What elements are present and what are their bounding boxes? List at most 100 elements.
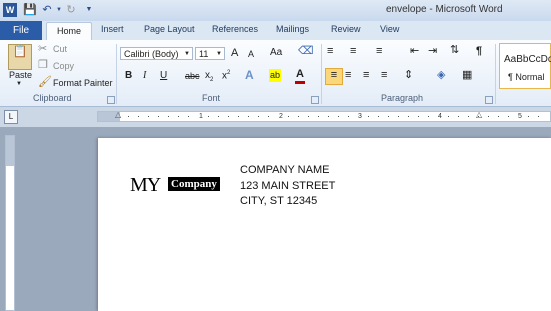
ruler-tick [318, 116, 319, 117]
ruler-tick [408, 116, 409, 117]
font-color-icon[interactable]: A [295, 68, 305, 84]
ruler-tick [498, 116, 499, 117]
tab-view[interactable]: View [380, 24, 399, 34]
style-preview-text: AaBbCcDc [504, 54, 551, 65]
increase-indent-icon[interactable]: ⇥ [428, 45, 437, 58]
cut-icon[interactable]: ✂ [38, 43, 47, 56]
ruler-tick [188, 116, 189, 117]
strikethrough-button[interactable]: abc [185, 71, 200, 81]
ruler-tick [378, 116, 379, 117]
grow-font-button[interactable]: A [231, 47, 238, 59]
text-effects-icon[interactable]: A [245, 69, 254, 82]
tab-selector-button[interactable]: L [4, 110, 18, 124]
cut-button[interactable]: Cut [53, 44, 67, 54]
justify-icon[interactable]: ≡ [381, 69, 387, 82]
italic-button[interactable]: I [143, 70, 146, 81]
vertical-ruler[interactable] [5, 135, 15, 311]
superscript-button[interactable]: x2 [222, 70, 230, 81]
font-launcher-icon[interactable] [311, 96, 319, 104]
chevron-down-icon: ▼ [216, 51, 222, 57]
ruler-tick [338, 116, 339, 117]
ruler-number: 1 [199, 113, 203, 120]
address-line-company[interactable]: COMPANY NAME [240, 164, 329, 176]
paragraph-group-label: Paragraph [381, 93, 424, 103]
font-size-select[interactable]: 11 ▼ [195, 47, 225, 60]
align-center-icon[interactable]: ≡ [345, 69, 351, 82]
customize-icon[interactable]: ▼ [82, 3, 96, 17]
tab-references[interactable]: References [212, 24, 258, 34]
word-app-icon[interactable]: W [3, 3, 17, 17]
shading-icon[interactable]: ◈ [437, 69, 445, 82]
ruler-tick [528, 116, 529, 117]
change-case-button[interactable]: Aa [270, 47, 282, 58]
ruler-tick [388, 116, 389, 117]
horizontal-ruler[interactable]: △ 1 2 3 4 5 △ [97, 110, 551, 122]
format-painter-button[interactable]: Format Painter [53, 78, 113, 88]
ruler-tick [428, 116, 429, 117]
group-divider [495, 44, 496, 104]
document-page[interactable]: MY Company COMPANY NAME 123 MAIN STREET … [98, 138, 551, 311]
ruler-tick [248, 116, 249, 117]
ruler-tick [348, 116, 349, 117]
address-line-street[interactable]: 123 MAIN STREET [240, 180, 335, 192]
bullets-icon[interactable]: ≡ [327, 45, 333, 58]
align-right-icon[interactable]: ≡ [363, 69, 369, 82]
ruler-tick [128, 116, 129, 117]
ruler-tick [268, 116, 269, 117]
tab-review[interactable]: Review [331, 24, 361, 34]
address-line-city[interactable]: CITY, ST 12345 [240, 195, 317, 207]
ruler-number: 2 [279, 113, 283, 120]
subscript-button[interactable]: x2 [205, 70, 213, 83]
ruler-tick [308, 116, 309, 117]
ruler-tick [328, 116, 329, 117]
tab-page-layout[interactable]: Page Layout [144, 24, 195, 34]
numbering-icon[interactable]: ≡ [350, 45, 356, 58]
ruler-tick [158, 116, 159, 117]
font-name-select[interactable]: Calibri (Body) ▼ [120, 47, 193, 60]
ruler-tick [178, 116, 179, 117]
redo-icon[interactable]: ↻ [64, 3, 78, 17]
format-painter-icon[interactable]: 🖌 [38, 76, 52, 89]
ruler-tick [148, 116, 149, 117]
tab-insert[interactable]: Insert [101, 24, 124, 34]
chevron-down-icon: ▼ [184, 51, 190, 57]
underline-button[interactable]: U [160, 70, 167, 81]
ruler-number: 5 [518, 113, 522, 120]
line-spacing-icon[interactable]: ⇕ [404, 69, 413, 82]
tab-file[interactable]: File [0, 21, 42, 40]
ruler-tick [478, 116, 479, 117]
highlight-icon[interactable]: ab [269, 69, 281, 82]
paragraph-launcher-icon[interactable] [485, 96, 493, 104]
bold-button[interactable]: B [125, 70, 132, 81]
logo-my-text: MY [130, 174, 161, 196]
indent-marker-icon[interactable]: △ [115, 110, 121, 119]
clipboard-launcher-icon[interactable] [107, 96, 115, 104]
tab-home-label: Home [57, 26, 82, 36]
font-size-value: 11 [199, 49, 209, 59]
tab-home[interactable]: Home [46, 22, 92, 42]
title-bar: W 💾 ↶ ▼ ↻ ▼ envelope - Microsoft Word [0, 0, 551, 21]
ruler-tick [238, 116, 239, 117]
align-left-icon[interactable]: ≡ [325, 68, 343, 85]
decrease-indent-icon[interactable]: ⇤ [410, 45, 419, 58]
save-icon[interactable]: 💾 [23, 3, 37, 17]
show-hide-button[interactable]: ¶ [476, 45, 482, 57]
paste-dropdown-icon[interactable]: ▼ [16, 81, 22, 87]
style-normal-tile[interactable]: AaBbCcDc ¶ Normal [499, 43, 551, 89]
tab-mailings[interactable]: Mailings [276, 24, 309, 34]
vertical-ruler-margin [6, 136, 14, 166]
multilevel-list-icon[interactable]: ≡ [376, 45, 382, 58]
paste-icon[interactable]: 📋 [8, 44, 32, 70]
ruler-tick [168, 116, 169, 117]
borders-icon[interactable]: ▦ [462, 69, 472, 82]
sort-icon[interactable]: ⇅ [450, 44, 459, 57]
paste-button[interactable]: Paste [9, 70, 32, 80]
ruler-tick [228, 116, 229, 117]
copy-button[interactable]: Copy [53, 61, 74, 71]
right-indent-marker-icon[interactable]: △ [476, 110, 482, 119]
group-divider [116, 44, 117, 104]
font-group-label: Font [202, 93, 221, 103]
shrink-font-button[interactable]: A [248, 49, 254, 59]
copy-icon[interactable]: ❐ [38, 59, 48, 72]
clear-formatting-icon[interactable]: ⌫ [298, 45, 314, 58]
